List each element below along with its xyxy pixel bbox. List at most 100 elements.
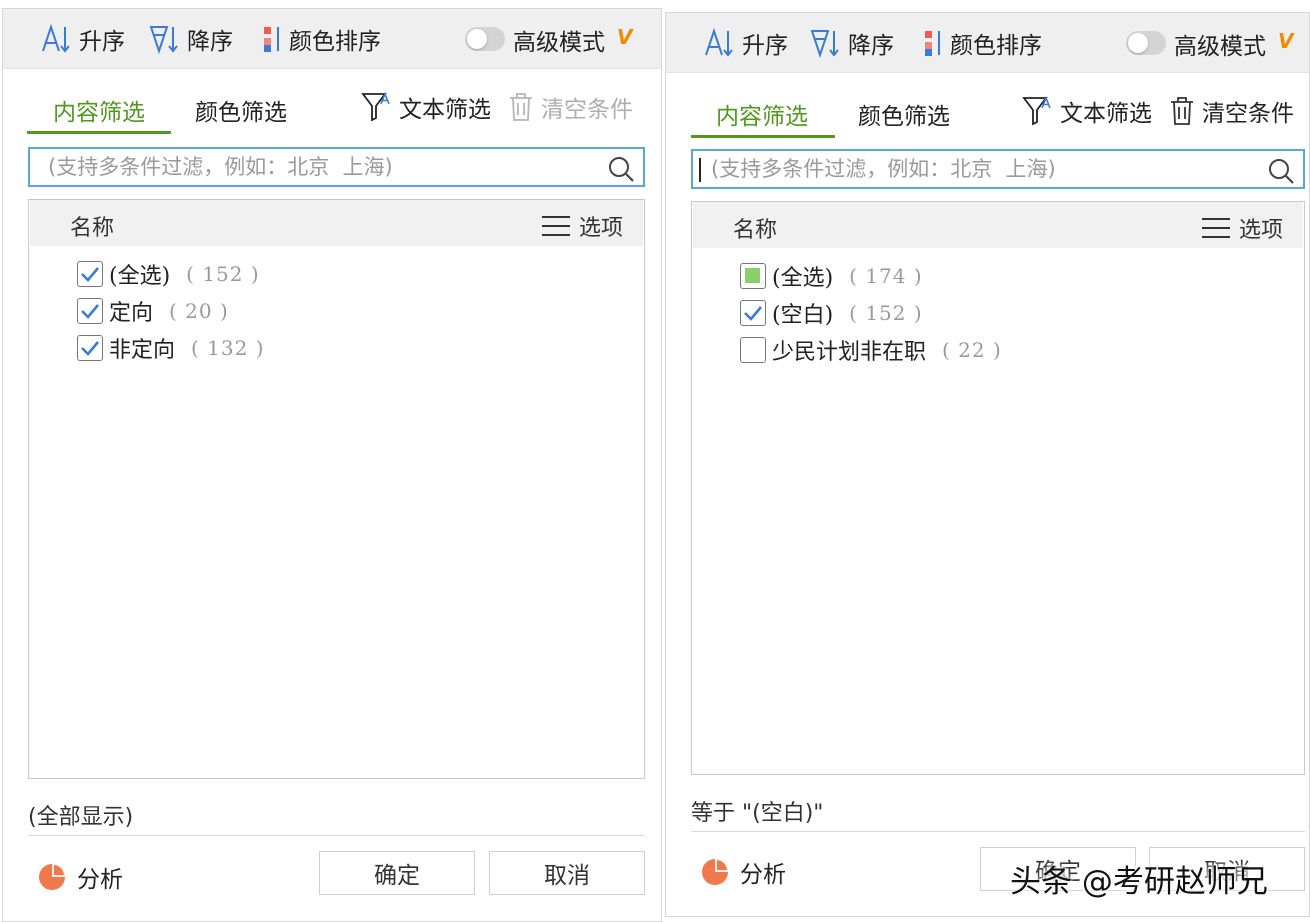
- advanced-mode-toggle[interactable]: [465, 27, 505, 51]
- sort-asc-button[interactable]: 升序: [702, 27, 788, 59]
- list-header: 名称 选项: [30, 200, 643, 246]
- list-item-count: ( 174 ): [849, 264, 923, 288]
- checkbox-checked[interactable]: [77, 335, 103, 361]
- sort-asc-label: 升序: [742, 33, 788, 59]
- list-item-count: ( 22 ): [942, 338, 1002, 362]
- filter-panel-left: 升序 降序 颜色排序 高级模式 V 内容筛选 颜色筛选 文本筛选 清空条件 (支…: [2, 8, 662, 922]
- color-sort-icon: [925, 31, 940, 56]
- list-item-label: (全选): [772, 266, 834, 291]
- active-tab-underline: [691, 135, 835, 138]
- list-item-count: ( 152 ): [849, 301, 923, 325]
- tab-content-filter[interactable]: 内容筛选: [53, 93, 145, 133]
- list-item-count: ( 132 ): [191, 336, 265, 360]
- search-box: [691, 149, 1305, 189]
- filter-panel-right: 升序 降序 颜色排序 高级模式 V 内容筛选 颜色筛选 文本筛选 清空条件 (支…: [665, 12, 1310, 917]
- color-sort-button[interactable]: 颜色排序: [922, 27, 1042, 59]
- list-options-button[interactable]: 选项: [1201, 212, 1283, 244]
- color-sort-label: 颜色排序: [289, 29, 381, 55]
- text-filter-icon: [361, 91, 390, 122]
- search-box: [28, 147, 645, 187]
- list-item[interactable]: (全选) ( 152 ): [77, 256, 260, 292]
- text-filter-button[interactable]: 文本筛选: [361, 87, 491, 127]
- analyze-button[interactable]: 分析: [700, 855, 786, 889]
- checkbox-checked[interactable]: [77, 298, 103, 324]
- pie-chart-icon: [702, 859, 728, 885]
- list-item-count: ( 20 ): [169, 299, 229, 323]
- sort-desc-label: 降序: [848, 33, 894, 59]
- sort-asc-label: 升序: [79, 29, 125, 55]
- analyze-label: 分析: [77, 867, 123, 893]
- active-tab-underline: [27, 131, 171, 134]
- list-options-label: 选项: [578, 216, 623, 241]
- footer-divider: [28, 835, 645, 836]
- sort-asc-icon: [42, 23, 70, 53]
- list-item[interactable]: 非定向 ( 132 ): [77, 330, 265, 366]
- list-item[interactable]: 定向 ( 20 ): [77, 293, 229, 329]
- ok-button[interactable]: 确定: [319, 851, 475, 895]
- text-filter-button[interactable]: 文本筛选: [1022, 91, 1152, 131]
- clear-conditions-label: 清空条件: [541, 97, 633, 123]
- search-icon[interactable]: [1267, 157, 1295, 185]
- list-item-count: ( 152 ): [186, 262, 260, 286]
- list-options-button[interactable]: 选项: [541, 210, 623, 242]
- list-options-label: 选项: [1238, 218, 1283, 243]
- checkbox-checked[interactable]: [77, 261, 103, 287]
- color-sort-button[interactable]: 颜色排序: [261, 23, 381, 55]
- analyze-button[interactable]: 分析: [37, 860, 123, 894]
- text-filter-label: 文本筛选: [399, 97, 491, 123]
- list-item-label: 定向: [109, 301, 154, 326]
- search-input[interactable]: [693, 151, 1303, 187]
- search-icon[interactable]: [607, 155, 635, 183]
- value-list: 名称 选项 (全选) ( 174 ) (空白) ( 152 ) 少民计划非在职 ( 22 …: [691, 201, 1305, 775]
- list-item-label: (空白): [772, 303, 834, 328]
- filter-status-text: 等于 "(空白)": [691, 801, 824, 826]
- vip-badge: V: [1278, 29, 1294, 53]
- text-filter-icon: [1022, 95, 1051, 126]
- tab-color-filter[interactable]: 颜色筛选: [858, 97, 950, 137]
- text-filter-label: 文本筛选: [1060, 101, 1152, 127]
- sort-asc-button[interactable]: 升序: [39, 23, 125, 55]
- trash-icon: [510, 93, 532, 121]
- list-item-label: (全选): [109, 264, 171, 289]
- sort-toolbar: 升序 降序 颜色排序 高级模式 V: [3, 9, 661, 69]
- list-header: 名称 选项: [693, 202, 1303, 248]
- menu-icon: [541, 216, 570, 236]
- checkbox-partial[interactable]: [740, 263, 766, 289]
- checkbox-unchecked[interactable]: [740, 337, 766, 363]
- color-sort-label: 颜色排序: [950, 33, 1042, 59]
- column-name-header: 名称: [733, 218, 778, 243]
- list-item-label: 非定向: [109, 338, 176, 363]
- cancel-button[interactable]: 取消: [489, 851, 645, 895]
- column-name-header: 名称: [70, 216, 115, 241]
- list-item[interactable]: (空白) ( 152 ): [740, 295, 923, 331]
- sort-desc-icon: [149, 26, 178, 55]
- advanced-mode-label: 高级模式: [513, 30, 605, 56]
- checkmark-icon: [81, 341, 99, 356]
- filter-tabs: 内容筛选 颜色筛选 文本筛选 清空条件: [3, 91, 661, 134]
- filter-status-text: (全部显示): [28, 805, 134, 830]
- list-item[interactable]: (全选) ( 174 ): [740, 258, 923, 294]
- trash-icon: [1171, 97, 1193, 125]
- analyze-label: 分析: [740, 862, 786, 888]
- value-list: 名称 选项 (全选) ( 152 ) 定向 ( 20 ) 非定向 ( 132 ): [28, 199, 645, 779]
- sort-desc-button[interactable]: 降序: [147, 23, 233, 55]
- sort-desc-icon: [810, 30, 839, 59]
- color-sort-icon: [264, 27, 279, 52]
- sort-desc-label: 降序: [187, 29, 233, 55]
- sort-asc-icon: [705, 27, 733, 57]
- tab-color-filter[interactable]: 颜色筛选: [195, 93, 287, 133]
- clear-conditions-label: 清空条件: [1202, 101, 1294, 127]
- checkmark-icon: [81, 304, 99, 319]
- checkmark-icon: [81, 267, 99, 282]
- advanced-mode-label: 高级模式: [1174, 34, 1266, 60]
- tab-content-filter[interactable]: 内容筛选: [716, 97, 808, 137]
- clear-conditions-button[interactable]: 清空条件: [507, 87, 633, 127]
- advanced-mode-toggle[interactable]: [1126, 31, 1166, 55]
- checkbox-checked[interactable]: [740, 300, 766, 326]
- search-input[interactable]: [30, 149, 643, 185]
- filter-tabs: 内容筛选 颜色筛选 文本筛选 清空条件: [666, 95, 1309, 138]
- list-item[interactable]: 少民计划非在职 ( 22 ): [740, 332, 1002, 368]
- pie-chart-icon: [39, 864, 65, 890]
- clear-conditions-button[interactable]: 清空条件: [1168, 91, 1294, 131]
- sort-desc-button[interactable]: 降序: [808, 27, 894, 59]
